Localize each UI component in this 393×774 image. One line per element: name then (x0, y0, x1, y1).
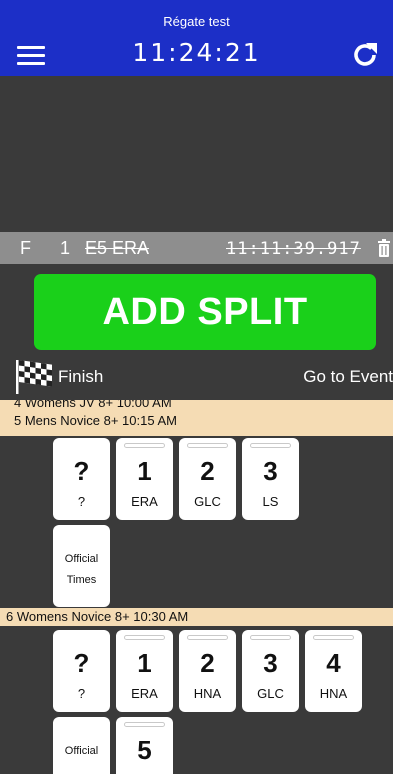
card-tab (250, 443, 291, 448)
card-tab (313, 635, 354, 640)
card-crew: HNA (319, 686, 348, 701)
crew-card[interactable]: 2 GLC (179, 438, 236, 520)
card-crew: ? (77, 494, 86, 509)
card-number: 3 (263, 648, 278, 678)
card-crew: ERA (131, 686, 158, 701)
finish-label[interactable]: Finish (58, 367, 103, 387)
official-times-label: Official Times (53, 549, 110, 591)
crew-card[interactable]: 1 ERA (116, 438, 173, 520)
regatta-name: Régate test (163, 14, 230, 29)
card-tab (187, 635, 228, 640)
card-number: ? (73, 648, 90, 678)
official-line: Times (66, 574, 97, 586)
official-times-card[interactable]: Official Times (53, 525, 110, 607)
checkered-flag-icon[interactable] (14, 358, 54, 394)
app-header: Régate test 11:24:21 (0, 0, 393, 76)
card-crew: HNA (193, 686, 222, 701)
crew-card[interactable]: 4 HNA (305, 630, 362, 712)
crew-card[interactable]: 3 LS (242, 438, 299, 520)
clock: 11:24:21 (132, 38, 261, 67)
finish-bar: Finish Go to Event (0, 354, 393, 400)
card-crew: GLC (194, 494, 221, 509)
event-title[interactable]: 6 Womens Novice 8+ 10:30 AM (0, 608, 393, 625)
official-times-card[interactable]: Official (53, 717, 110, 774)
split-crew: E5 ERA (85, 238, 150, 258)
official-line: Official (64, 745, 99, 757)
card-number: 4 (326, 648, 341, 678)
event-header: 4 Womens JV 8+ 10:00 AM 5 Mens Novice 8+… (0, 400, 393, 436)
card-number: 2 (200, 648, 215, 678)
card-crew: ERA (131, 494, 158, 509)
card-tab (124, 443, 165, 448)
crew-card[interactable]: 5 (116, 717, 173, 774)
crew-card-unknown[interactable]: ? ? (53, 630, 110, 712)
trash-icon[interactable] (377, 239, 391, 257)
card-tab (124, 722, 165, 727)
card-number: 2 (200, 456, 215, 486)
card-crew: ? (77, 686, 86, 701)
card-tab (124, 635, 165, 640)
card-tab (250, 635, 291, 640)
card-number: 1 (137, 648, 152, 678)
split-time: 11:11:39.917 (226, 239, 361, 259)
card-crew: LS (262, 494, 279, 509)
split-type: F (20, 238, 31, 258)
add-split-button[interactable]: ADD SPLIT (34, 274, 376, 350)
event-title[interactable]: 4 Womens JV 8+ 10:00 AM (0, 400, 393, 412)
event-title[interactable]: 5 Mens Novice 8+ 10:15 AM (0, 412, 393, 429)
card-tab (187, 443, 228, 448)
split-row[interactable]: F 1 E5 ERA 11:11:39.917 (0, 232, 393, 264)
official-line: Official (64, 553, 99, 565)
event-header: 6 Womens Novice 8+ 10:30 AM (0, 608, 393, 626)
go-to-event-button[interactable]: Go to Event (303, 367, 393, 387)
split-number: 1 (60, 238, 71, 258)
card-number: 1 (137, 456, 152, 486)
card-number: 3 (263, 456, 278, 486)
crew-card[interactable]: 1 ERA (116, 630, 173, 712)
crew-card[interactable]: 2 HNA (179, 630, 236, 712)
crew-card-unknown[interactable]: ? ? (53, 438, 110, 520)
card-number: ? (73, 456, 90, 486)
split-list-area (0, 76, 393, 232)
refresh-icon[interactable] (350, 40, 380, 70)
card-number: 5 (137, 735, 152, 765)
card-crew: GLC (257, 686, 284, 701)
official-times-label: Official (53, 741, 110, 762)
crew-card[interactable]: 3 GLC (242, 630, 299, 712)
